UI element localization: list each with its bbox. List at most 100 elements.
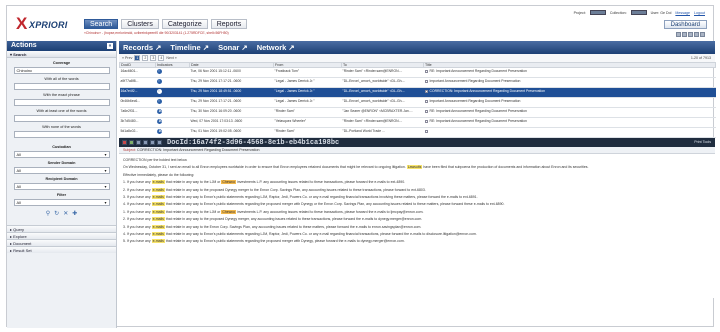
nav-tabs: Search Clusters Categorize Reports bbox=[84, 19, 248, 29]
table-row[interactable]: 0b46b6ec6...! Thu, 29 Nov 2001 17:17:21 -… bbox=[119, 97, 716, 108]
filter-select[interactable]: All ▾ bbox=[13, 199, 110, 206]
tab-network[interactable]: Network ↗ bbox=[257, 43, 295, 52]
cell-title: CORRECTION: Important Announcement Regar… bbox=[423, 87, 716, 98]
tab-timeline[interactable]: Timeline ↗ bbox=[170, 43, 209, 52]
messages-link[interactable]: Message bbox=[675, 11, 690, 15]
row-checkbox[interactable] bbox=[424, 99, 428, 103]
row-checkbox[interactable] bbox=[424, 89, 428, 93]
body-line: 1. If you have any e-mails that relate i… bbox=[123, 209, 711, 216]
row-checkbox[interactable] bbox=[424, 79, 428, 83]
tab-records[interactable]: Records ↗ bbox=[123, 43, 161, 52]
search-hit-highlight: Chewco bbox=[221, 180, 236, 185]
search-hit-highlight: e-mails bbox=[151, 180, 165, 185]
next-doc-icon[interactable] bbox=[157, 140, 162, 145]
body-line: 4. If you have any e-mails that relate i… bbox=[123, 231, 711, 238]
all-words-input[interactable] bbox=[13, 83, 110, 90]
title-text: RE: Important Announcement Regarding Doc… bbox=[429, 119, 527, 123]
print-icon[interactable] bbox=[682, 32, 687, 37]
document-body: CORRECTION per the bolded text below. On … bbox=[119, 154, 715, 298]
nav-tab-categorize[interactable]: Categorize bbox=[161, 19, 208, 29]
custodian-select[interactable]: All ▾ bbox=[13, 151, 110, 158]
note-icon[interactable] bbox=[143, 140, 148, 145]
page-1[interactable]: 1 bbox=[134, 55, 141, 61]
row-checkbox[interactable] bbox=[424, 69, 428, 73]
logout-link[interactable]: Logout bbox=[694, 11, 705, 15]
section-document[interactable]: ▸ Document bbox=[7, 239, 116, 246]
exact-phrase-input[interactable] bbox=[13, 99, 110, 106]
row-checkbox[interactable] bbox=[424, 119, 428, 123]
attachment-indicator-icon: ! bbox=[156, 89, 162, 94]
collapsed-sections: ▸ Query ▸ Explore ▸ Document ▸ Result Se… bbox=[7, 225, 116, 253]
top-bar: X XPRIORI Search Clusters Categorize Rep… bbox=[7, 6, 713, 39]
search-section-header[interactable]: ▾ Search bbox=[7, 51, 116, 58]
nav-tab-search[interactable]: Search bbox=[84, 19, 119, 29]
project-select[interactable] bbox=[589, 10, 606, 15]
search-hit-highlight: e-mails bbox=[151, 239, 165, 244]
save-search-icon[interactable]: ✚ bbox=[72, 210, 77, 217]
tab-sonar[interactable]: Sonar ↗ bbox=[218, 43, 248, 52]
recipient-domain-select[interactable]: All ▾ bbox=[13, 183, 110, 190]
dashboard-button[interactable]: Dashboard bbox=[663, 20, 707, 29]
toolbar-icons bbox=[676, 32, 705, 37]
subject-text: CORRECTION: Important Announcement Regar… bbox=[137, 148, 260, 152]
body-text: CORRECTION per the bolded text below. bbox=[123, 158, 188, 162]
body-line: 2. If you have any e-mails that relate i… bbox=[123, 216, 711, 223]
page-4[interactable]: 4 bbox=[158, 55, 165, 61]
page-3[interactable]: 3 bbox=[150, 55, 157, 61]
table-row[interactable]: a9f77a8f8...! Thu, 29 Nov 2001 17:17:21 -… bbox=[119, 77, 716, 88]
table-row[interactable]: 16ac6601...! Tue, 06 Nov 2001 15:12:11 -0… bbox=[119, 67, 716, 78]
xpriori-logo: X XPRIORI bbox=[16, 14, 68, 33]
section-result-set[interactable]: ▸ Result Set bbox=[7, 246, 116, 253]
none-words-input[interactable] bbox=[13, 131, 110, 138]
table-row[interactable]: 16a7e4f2...! Thu, 29 Nov 2001 18:49:51 -0… bbox=[119, 87, 716, 98]
clear-icon[interactable]: ✕ bbox=[63, 210, 68, 217]
section-explore[interactable]: ▸ Explore bbox=[7, 232, 116, 239]
prev-doc-icon[interactable] bbox=[150, 140, 155, 145]
flag-green-icon[interactable] bbox=[129, 140, 134, 145]
cell-from: "Rinder Sam" bbox=[273, 107, 342, 118]
tag-icon[interactable] bbox=[136, 140, 141, 145]
folder-icon[interactable] bbox=[700, 32, 705, 37]
cell-indicators: ! bbox=[155, 97, 190, 108]
table-row[interactable]: 3b7d5480...! ⌘ Wed, 07 Nov 2001 17:03:13 … bbox=[119, 117, 716, 128]
cell-docid: 5d1a8c02... bbox=[119, 127, 156, 138]
user-label: User: Ge Dol bbox=[650, 10, 672, 15]
row-checkbox[interactable] bbox=[424, 129, 428, 133]
cell-indicators: ! ⌘ bbox=[155, 107, 190, 118]
cell-title bbox=[423, 127, 716, 138]
body-line: 1. If you have any e-mails that relate i… bbox=[123, 179, 711, 186]
search-icon[interactable]: ⚲ bbox=[46, 210, 50, 217]
refresh-icon[interactable]: ↻ bbox=[54, 210, 59, 217]
sender-domain-select[interactable]: All ▾ bbox=[13, 167, 110, 174]
custodian-label: Custodian bbox=[52, 145, 71, 149]
body-text: 3. If you have any bbox=[123, 195, 152, 200]
title-text: Important Announcement Regarding Documen… bbox=[429, 79, 521, 83]
collection-select[interactable] bbox=[630, 10, 647, 15]
nav-tab-clusters[interactable]: Clusters bbox=[121, 19, 159, 29]
row-checkbox[interactable] bbox=[424, 109, 428, 113]
attachment-indicator-icon: ! ⌘ bbox=[156, 109, 162, 114]
tag-icon[interactable] bbox=[694, 32, 699, 37]
coverage-label: Coverage bbox=[52, 61, 71, 65]
coverage-input[interactable]: Chinoinc bbox=[13, 67, 110, 74]
prev-page-link[interactable]: « Prev bbox=[122, 56, 132, 60]
collapse-icon[interactable]: « bbox=[107, 43, 113, 49]
page-2[interactable]: 2 bbox=[142, 55, 149, 61]
cell-to: "Rinder Sam" <Rinder.sam@ENRON.... bbox=[341, 117, 424, 128]
recipient-domain-label: Recipient Domain bbox=[45, 177, 78, 181]
table-row[interactable]: 7a6e2f31...! ⌘ Thu, 30 Nov 2001 16:09:20 … bbox=[119, 107, 716, 118]
doc-tools[interactable]: Print Tools bbox=[694, 140, 711, 144]
search-hit-highlight: e-mails bbox=[151, 232, 165, 237]
cell-indicators: ! ⌘ bbox=[155, 117, 190, 128]
body-line: CORRECTION per the bolded text below. bbox=[123, 157, 711, 164]
at-least-one-input[interactable] bbox=[13, 115, 110, 122]
body-text: that relate in any way to the proposed D… bbox=[164, 187, 426, 192]
cell-date: Tue, 06 Nov 2001 15:12:11 -0600 bbox=[189, 67, 274, 78]
save-icon[interactable] bbox=[688, 32, 693, 37]
table-row[interactable]: 5d1a8c02...! ⌘ Thu, 01 Nov 2001 19:02:05 … bbox=[119, 127, 716, 138]
section-query[interactable]: ▸ Query bbox=[7, 225, 116, 232]
next-page-link[interactable]: Next » bbox=[166, 56, 176, 60]
export-icon[interactable] bbox=[676, 32, 681, 37]
nav-tab-reports[interactable]: Reports bbox=[210, 19, 248, 29]
flag-red-icon[interactable] bbox=[122, 140, 127, 145]
